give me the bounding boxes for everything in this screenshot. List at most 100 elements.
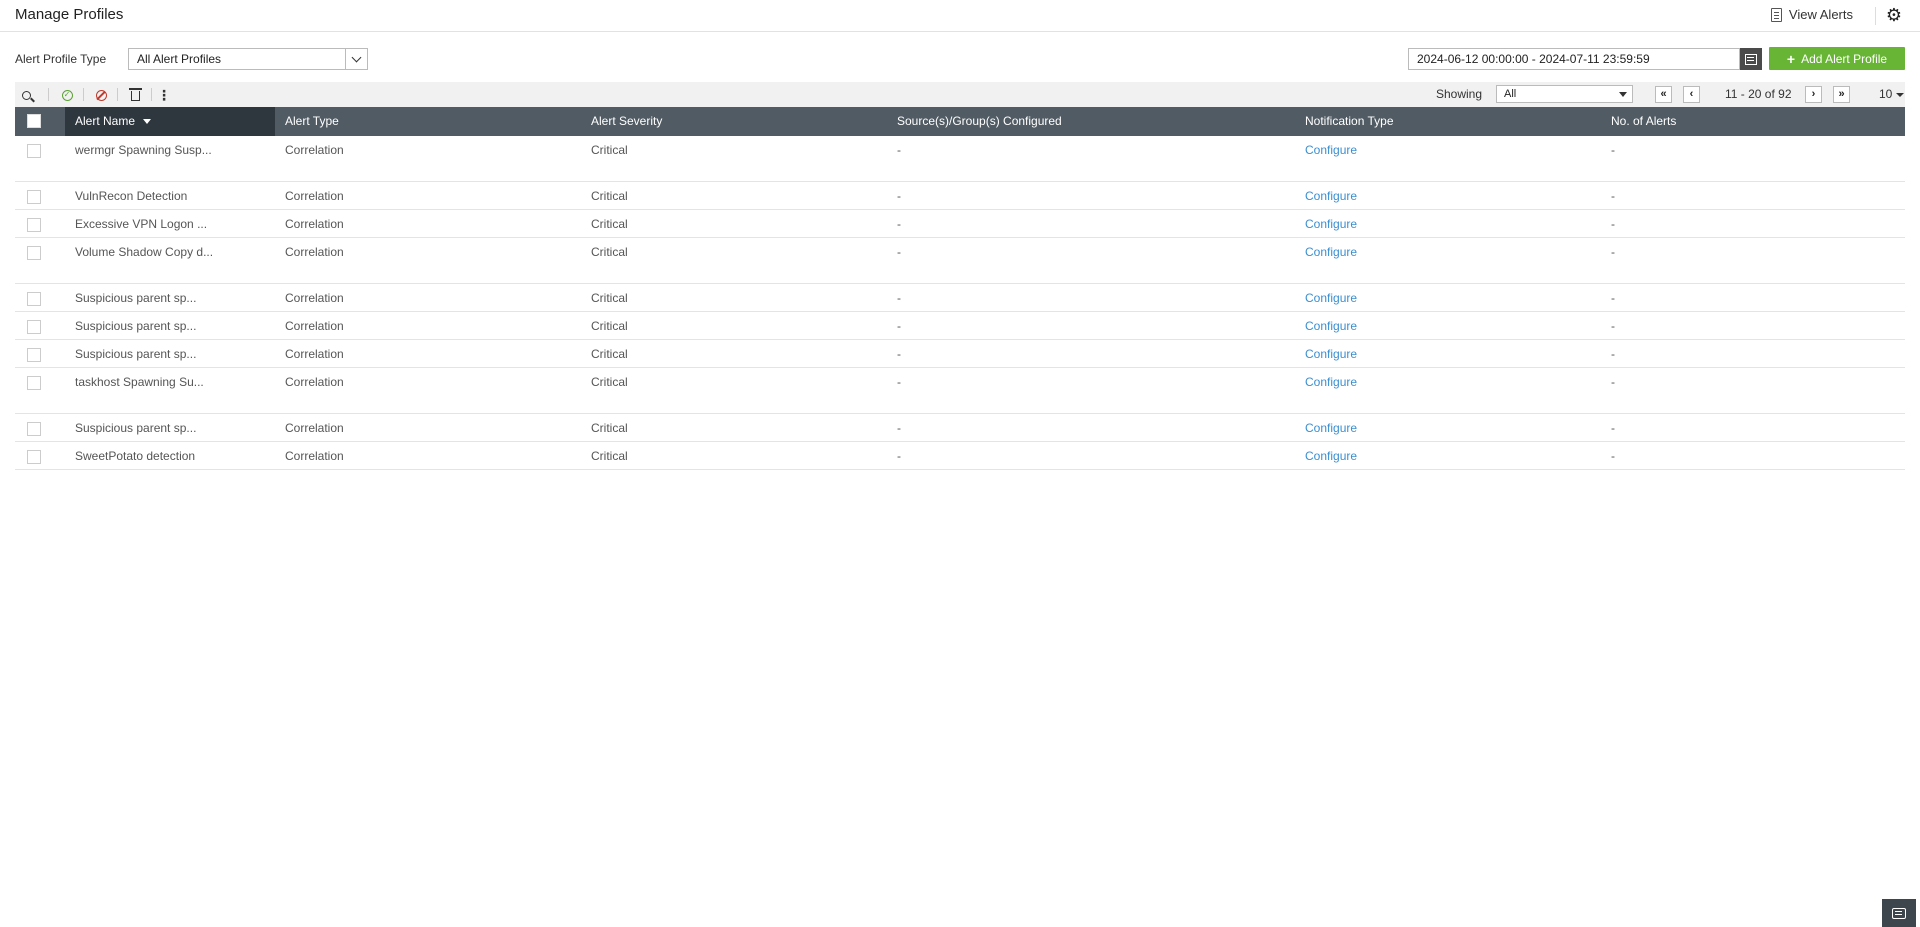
table-row[interactable]: Volume Shadow Copy d... Correlation Critic… <box>15 238 1905 284</box>
table-row[interactable]: taskhost Spawning Su... Correlation Critic… <box>15 368 1905 414</box>
alert-name-cell[interactable]: VulnRecon Detection <box>65 189 187 203</box>
gear-icon[interactable]: ⚙ <box>1886 6 1902 24</box>
plus-icon: + <box>1786 50 1796 67</box>
last-page-button[interactable]: » <box>1833 86 1850 103</box>
alert-name-cell[interactable]: Volume Shadow Copy d... <box>65 245 213 259</box>
row-checkbox[interactable] <box>27 320 41 334</box>
trash-icon <box>128 88 142 101</box>
column-header-alert-count[interactable]: No. of Alerts <box>1601 107 1676 136</box>
toolbar-divider <box>83 88 84 101</box>
prev-page-button[interactable]: ‹ <box>1683 86 1700 103</box>
alert-severity-cell: Critical <box>591 291 628 305</box>
table-row[interactable]: Excessive VPN Logon ... Correlation Critic… <box>15 210 1905 238</box>
alert-severity-cell: Critical <box>591 347 628 361</box>
chat-icon <box>1892 907 1906 919</box>
table-row[interactable]: Suspicious parent sp... Correlation Critic… <box>15 340 1905 368</box>
configure-link[interactable]: Configure <box>1295 217 1357 231</box>
enable-button[interactable]: ✓ <box>58 86 76 104</box>
column-header-sources[interactable]: Source(s)/Group(s) Configured <box>887 107 1062 136</box>
table-row[interactable]: SweetPotato detection Correlation Critical… <box>15 442 1905 470</box>
view-alerts-link[interactable]: View Alerts <box>1770 7 1853 22</box>
configure-link[interactable]: Configure <box>1295 449 1357 463</box>
alert-name-cell[interactable]: Suspicious parent sp... <box>65 291 196 305</box>
alert-name-cell[interactable]: Suspicious parent sp... <box>65 347 196 361</box>
chevron-down-icon[interactable] <box>345 49 367 69</box>
alert-severity-cell: Critical <box>591 319 628 333</box>
alert-type-cell: Correlation <box>285 375 344 389</box>
configure-link[interactable]: Configure <box>1295 245 1357 259</box>
row-checkbox[interactable] <box>27 422 41 436</box>
alert-type-cell: Correlation <box>285 245 344 259</box>
alert-count-cell: - <box>1611 189 1615 203</box>
row-checkbox[interactable] <box>27 450 41 464</box>
alert-count-cell: - <box>1611 449 1615 463</box>
search-button[interactable] <box>17 86 35 104</box>
alert-type-cell: Correlation <box>285 449 344 463</box>
date-range-field[interactable]: 2024-06-12 00:00:00 - 2024-07-11 23:59:5… <box>1408 48 1740 70</box>
alert-name-cell[interactable]: SweetPotato detection <box>65 449 195 463</box>
table-row[interactable]: wermgr Spawning Susp... Correlation Critic… <box>15 136 1905 182</box>
disable-button[interactable] <box>92 86 110 104</box>
column-header-alert-name[interactable]: Alert Name <box>65 107 275 136</box>
alert-count-cell: - <box>1611 245 1615 259</box>
table-row[interactable]: Suspicious parent sp... Correlation Critic… <box>15 414 1905 442</box>
alert-profile-type-value: All Alert Profiles <box>137 52 222 66</box>
showing-label: Showing <box>1436 87 1483 101</box>
alert-severity-cell: Critical <box>591 449 628 463</box>
rows-per-page-select[interactable]: 10 <box>1879 87 1904 101</box>
row-checkbox[interactable] <box>27 246 41 260</box>
table-row[interactable]: Suspicious parent sp... Correlation Critic… <box>15 284 1905 312</box>
alert-profile-type-select[interactable]: All Alert Profiles <box>128 48 368 70</box>
table-row[interactable]: Suspicious parent sp... Correlation Critic… <box>15 312 1905 340</box>
next-page-button[interactable]: › <box>1805 86 1822 103</box>
first-page-button[interactable]: « <box>1655 86 1672 103</box>
alert-count-cell: - <box>1611 143 1615 157</box>
configure-link[interactable]: Configure <box>1295 143 1357 157</box>
sources-cell: - <box>897 189 901 203</box>
alert-name-cell[interactable]: wermgr Spawning Susp... <box>65 143 212 157</box>
row-checkbox[interactable] <box>27 376 41 390</box>
sources-cell: - <box>897 291 901 305</box>
column-header-notification-type[interactable]: Notification Type <box>1295 107 1394 136</box>
sources-cell: - <box>897 217 901 231</box>
configure-link[interactable]: Configure <box>1295 319 1357 333</box>
alert-type-cell: Correlation <box>285 189 344 203</box>
more-options-button[interactable]: ⋮ <box>155 86 173 104</box>
chat-button[interactable] <box>1882 899 1916 927</box>
header-divider <box>1875 7 1876 25</box>
column-header-alert-severity[interactable]: Alert Severity <box>581 107 662 136</box>
view-alerts-label: View Alerts <box>1788 7 1853 22</box>
configure-link[interactable]: Configure <box>1295 189 1357 203</box>
add-alert-profile-button[interactable]: + Add Alert Profile <box>1769 47 1905 70</box>
alert-type-cell: Correlation <box>285 421 344 435</box>
row-checkbox[interactable] <box>27 348 41 362</box>
configure-link[interactable]: Configure <box>1295 347 1357 361</box>
column-header-alert-type[interactable]: Alert Type <box>275 107 339 136</box>
showing-select[interactable]: All <box>1496 85 1633 103</box>
alert-name-cell[interactable]: Suspicious parent sp... <box>65 319 196 333</box>
add-alert-profile-label: Add Alert Profile <box>1801 51 1888 66</box>
alert-type-cell: Correlation <box>285 291 344 305</box>
row-checkbox[interactable] <box>27 218 41 232</box>
row-checkbox[interactable] <box>27 144 41 158</box>
delete-button[interactable] <box>126 86 144 104</box>
table-header: Alert Name Alert Type Alert Severity Sou… <box>15 107 1905 136</box>
column-label: Alert Name <box>75 114 136 128</box>
calendar-button[interactable] <box>1740 48 1762 70</box>
alert-name-cell[interactable]: Suspicious parent sp... <box>65 421 196 435</box>
configure-link[interactable]: Configure <box>1295 421 1357 435</box>
row-checkbox[interactable] <box>27 190 41 204</box>
configure-link[interactable]: Configure <box>1295 291 1357 305</box>
check-circle-icon: ✓ <box>61 89 73 101</box>
select-all-checkbox[interactable] <box>27 114 41 128</box>
sources-cell: - <box>897 347 901 361</box>
alert-type-cell: Correlation <box>285 143 344 157</box>
table-row[interactable]: VulnRecon Detection Correlation Critical - C… <box>15 182 1905 210</box>
row-checkbox[interactable] <box>27 292 41 306</box>
alert-name-cell[interactable]: taskhost Spawning Su... <box>65 375 204 389</box>
alert-name-cell[interactable]: Excessive VPN Logon ... <box>65 217 207 231</box>
configure-link[interactable]: Configure <box>1295 375 1357 389</box>
alert-severity-cell: Critical <box>591 217 628 231</box>
alert-profiles-table: Alert Name Alert Type Alert Severity Sou… <box>15 107 1905 470</box>
calendar-icon <box>1745 53 1757 65</box>
